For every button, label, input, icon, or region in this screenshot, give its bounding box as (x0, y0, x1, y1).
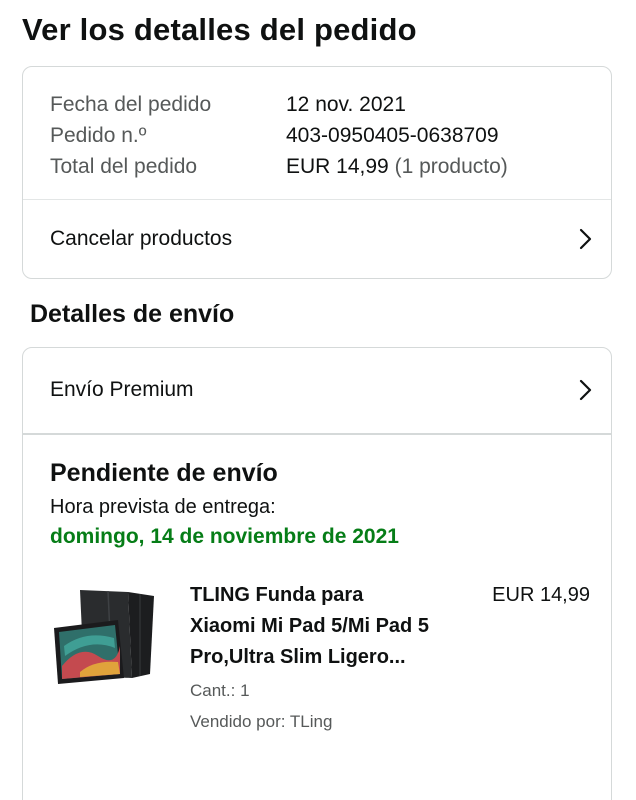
chevron-right-icon (579, 228, 593, 250)
delivery-estimate-date: domingo, 14 de noviembre de 2021 (50, 525, 399, 548)
order-total-row: Total del pedido EUR 14,99 (1 producto) (50, 151, 508, 182)
order-date-value: 12 nov. 2021 (286, 92, 406, 116)
product-info: TLING Funda para Xiaomi Mi Pad 5/Mi Pad … (190, 580, 430, 737)
shipment-status: Pendiente de envío (50, 459, 278, 487)
page-title: Ver los detalles del pedido (22, 12, 417, 47)
order-total-label: Total del pedido (50, 154, 198, 178)
order-date-label: Fecha del pedido (50, 92, 212, 116)
product-title-link[interactable]: TLING Funda para Xiaomi Mi Pad 5/Mi Pad … (190, 580, 430, 673)
shipping-divider (23, 433, 611, 435)
shipping-method-button[interactable]: Envío Premium (23, 348, 611, 432)
order-number-row: Pedido n.º 403-0950405-0638709 (50, 120, 508, 151)
order-date-row: Fecha del pedido 12 nov. 2021 (50, 89, 508, 120)
tablet-case-image[interactable] (50, 586, 160, 686)
delivery-estimate-label: Hora prevista de entrega: (50, 496, 276, 518)
order-total-value: EUR 14,99 (1 producto) (286, 155, 508, 179)
shipping-card: Envío Premium Pendiente de envío Hora pr… (22, 347, 612, 800)
order-total-amount: EUR 14,99 (286, 154, 389, 178)
order-summary-card: Fecha del pedido 12 nov. 2021 Pedido n.º… (22, 66, 612, 279)
order-summary-rows: Fecha del pedido 12 nov. 2021 Pedido n.º… (50, 89, 508, 182)
order-number-value: 403-0950405-0638709 (286, 123, 499, 147)
product-item: TLING Funda para Xiaomi Mi Pad 5/Mi Pad … (50, 580, 590, 760)
order-number-label: Pedido n.º (50, 123, 147, 147)
chevron-right-icon (579, 379, 593, 401)
order-total-item-count: (1 producto) (394, 154, 508, 178)
order-details-page: Ver los detalles del pedido Fecha del pe… (0, 0, 636, 800)
product-seller: Vendido por: TLing (190, 712, 333, 731)
cancel-products-button[interactable]: Cancelar productos (23, 200, 611, 278)
shipping-method-label: Envío Premium (50, 378, 194, 401)
cancel-products-label: Cancelar productos (50, 227, 233, 250)
shipping-details-heading: Detalles de envío (30, 300, 235, 328)
product-price: EUR 14,99 (492, 584, 590, 606)
product-quantity: Cant.: 1 (190, 681, 250, 700)
shipment-status-block: Pendiente de envío Hora prevista de entr… (50, 456, 590, 552)
